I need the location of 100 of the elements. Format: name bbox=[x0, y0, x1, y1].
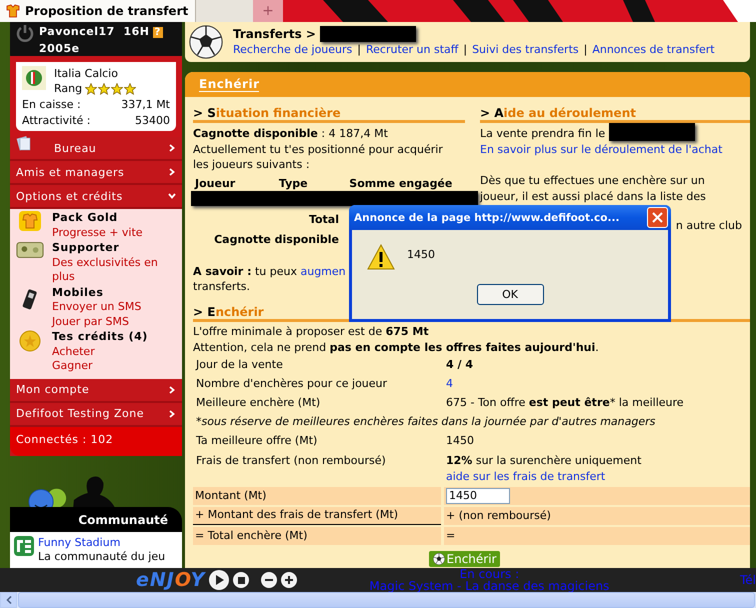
nav-link[interactable]: Suivi des transferts bbox=[472, 42, 579, 58]
star-icon bbox=[124, 82, 136, 94]
chevron-right-icon bbox=[168, 386, 176, 394]
calc-label: + Montant des frais de transfert (Mt) bbox=[193, 506, 441, 524]
menu-item[interactable]: Amis et managers bbox=[10, 161, 182, 185]
position-text: Actuellement tu t'es positionné pour acquérir les joueurs suivants : bbox=[193, 142, 444, 172]
option-title: Pack Gold bbox=[52, 211, 119, 226]
shirt-icon bbox=[6, 4, 20, 18]
ok-button[interactable]: OK bbox=[476, 284, 544, 305]
bid-info-text: L'offre minimale à proposer est de 675 Mt bbox=[193, 324, 430, 340]
dialog-title: Annonce de la page http://www.defifoot.co... bbox=[354, 212, 620, 224]
volume-up-button[interactable] bbox=[281, 572, 298, 588]
footnote-text: *sous réserve de meilleures enchères faites dans la journée par d'autres managers bbox=[196, 414, 656, 430]
link-separator: | bbox=[357, 42, 361, 58]
sale-end-text: La vente prendra fin le bbox=[480, 126, 606, 142]
stat-value: 53400 bbox=[135, 113, 170, 128]
now-playing-label: En cours : bbox=[460, 568, 520, 580]
stat-value: 337,1 Mt bbox=[121, 97, 170, 112]
option-link[interactable]: Acheter bbox=[52, 344, 148, 359]
chevron-down-icon bbox=[168, 192, 176, 200]
amount-input[interactable]: 1450 bbox=[446, 488, 510, 504]
menu-item[interactable]: Defifoot Testing Zone bbox=[10, 402, 182, 426]
nav-link[interactable]: Recherche de joueurs bbox=[233, 42, 352, 58]
football-icon bbox=[432, 552, 444, 564]
close-button[interactable] bbox=[647, 207, 668, 228]
stop-icon bbox=[238, 576, 245, 584]
fees-help-link[interactable]: aide sur les frais de transfert bbox=[446, 468, 606, 484]
increase-link[interactable]: augmen bbox=[300, 264, 346, 278]
plus-icon bbox=[285, 576, 294, 584]
star-icon bbox=[98, 82, 110, 94]
card-icon bbox=[16, 241, 44, 259]
option-link[interactable]: Des exclusivités en plus bbox=[52, 256, 178, 284]
close-icon bbox=[652, 212, 663, 223]
menu-item[interactable]: Bureau bbox=[10, 137, 182, 161]
username: Pavoncel17 bbox=[39, 25, 115, 38]
browser-tab[interactable]: Proposition de transfert bbox=[0, 0, 196, 22]
volume-down-button[interactable] bbox=[261, 572, 278, 588]
calc-value: = bbox=[446, 528, 456, 544]
process-link[interactable]: En savoir plus sur le déroulement de l'achat bbox=[480, 142, 750, 157]
row-label: Frais de transfert (non remboursé) bbox=[196, 452, 387, 468]
time-text: 16H bbox=[123, 25, 150, 38]
column-header: Joueur bbox=[195, 176, 236, 190]
stop-button[interactable] bbox=[233, 572, 250, 588]
play-button[interactable] bbox=[209, 570, 230, 590]
menu-item[interactable]: Options et crédits bbox=[10, 185, 182, 209]
scroll-left-button[interactable] bbox=[0, 592, 17, 608]
section-heading: > Situation financière bbox=[193, 106, 465, 123]
dialog-message: 1450 bbox=[407, 248, 435, 263]
row-label: Jour de la vente bbox=[196, 357, 284, 373]
row-value: 1450 bbox=[446, 433, 474, 449]
total-label: Cagnotte disponible bbox=[214, 232, 339, 248]
community-header: Communauté bbox=[10, 507, 182, 532]
online-count: Connectés : 102 bbox=[10, 426, 182, 456]
total-label: Total bbox=[308, 212, 339, 228]
chevron-right-icon bbox=[168, 144, 176, 152]
menu-item[interactable]: Mon compte bbox=[10, 378, 182, 402]
nav-link[interactable]: Annonces de transfert bbox=[592, 42, 715, 58]
player-logo: eNJOY bbox=[136, 569, 206, 591]
fs-logo-icon bbox=[14, 536, 34, 556]
season-text: 2005e bbox=[39, 41, 81, 57]
row-label: Meilleure enchère (Mt) bbox=[196, 395, 322, 411]
column-header: Somme engagée bbox=[349, 176, 454, 190]
option-link[interactable]: Progresse + vite bbox=[52, 226, 143, 240]
power-icon bbox=[16, 24, 34, 42]
rank-label: Rang bbox=[54, 81, 82, 96]
community-link[interactable]: Funny Stadium bbox=[38, 536, 166, 550]
football-icon bbox=[189, 25, 223, 59]
row-value: 4 / 4 bbox=[446, 357, 473, 373]
option-title: Tes crédits (4) bbox=[52, 330, 148, 344]
balance-text: Cagnotte disponible : 4 187,4 Mt bbox=[193, 126, 389, 142]
stat-label: En caisse : bbox=[22, 97, 81, 112]
bid-button[interactable]: Enchérir bbox=[428, 550, 500, 566]
row-value: 12% sur la surenchère uniquement bbox=[446, 452, 642, 468]
star-icon bbox=[85, 82, 98, 94]
option-title: Mobiles bbox=[52, 286, 104, 300]
warning-icon bbox=[367, 244, 395, 270]
row-label: Ta meilleure offre (Mt) bbox=[196, 433, 318, 449]
shirt-icon bbox=[19, 211, 41, 231]
chevron-right-icon bbox=[168, 410, 176, 418]
row-label: Nombre d'enchères pour ce joueur bbox=[196, 376, 388, 392]
bid-count-link[interactable]: 4 bbox=[446, 376, 453, 392]
star-icon bbox=[111, 82, 124, 94]
row-value: 675 - Ton offre est peut être* la meilleure bbox=[446, 395, 684, 411]
column-header: Type bbox=[278, 176, 309, 190]
stat-label: Attractivité : bbox=[22, 113, 90, 128]
minus-icon bbox=[265, 579, 274, 581]
papers-icon bbox=[16, 135, 32, 151]
option-link[interactable]: Jouer par SMS bbox=[52, 314, 142, 329]
option-title: Supporter bbox=[52, 241, 120, 256]
breadcrumb: Transferts > bbox=[233, 26, 316, 42]
help-text: Dès que tu effectues une enchère sur un joueur, il est aussi placé dans la liste des bbox=[480, 173, 707, 204]
calc-value: + (non remboursé) bbox=[446, 508, 551, 524]
link-separator: | bbox=[584, 42, 588, 58]
community-text: La communauté du jeu bbox=[38, 550, 166, 564]
calc-label: Montant (Mt) bbox=[193, 486, 441, 504]
play-icon bbox=[214, 575, 224, 585]
nav-link[interactable]: Recruter un staff bbox=[366, 42, 458, 58]
chevron-left-icon bbox=[6, 596, 12, 604]
option-link[interactable]: Gagner bbox=[52, 359, 148, 374]
option-link[interactable]: Envoyer un SMS bbox=[52, 300, 142, 314]
